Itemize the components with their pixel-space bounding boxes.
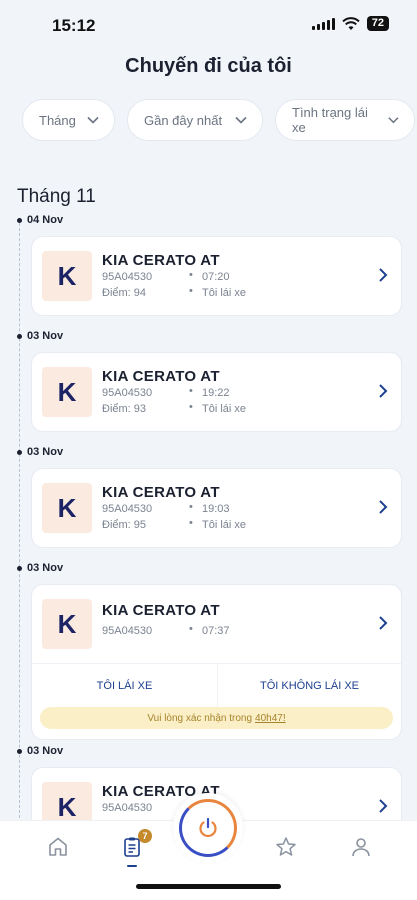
trip-time: 19:03 bbox=[202, 503, 230, 515]
trip-date: 03 Nov bbox=[17, 745, 63, 757]
trip-score: Điểm: 93 bbox=[102, 403, 147, 415]
trip-score: Điểm: 95 bbox=[102, 519, 147, 531]
trip-score: Điểm: 94 bbox=[102, 287, 147, 299]
trip-date: 03 Nov bbox=[17, 446, 63, 458]
i-drove-button[interactable]: TÔI LÁI XE bbox=[32, 664, 218, 707]
month-filter-dropdown[interactable]: Tháng bbox=[22, 99, 115, 141]
notice-countdown: 40h47! bbox=[255, 712, 286, 724]
separator-dot: • bbox=[189, 401, 193, 413]
notice-text: Vui lòng xác nhận trong bbox=[147, 712, 253, 724]
license-plate: 95A04530 bbox=[102, 503, 153, 515]
car-name: KIA CERATO AT bbox=[102, 484, 220, 501]
sort-filter-label: Gần đây nhất bbox=[144, 112, 223, 128]
trip-time: 07:37 bbox=[202, 625, 230, 637]
nav-profile[interactable] bbox=[349, 835, 373, 859]
chevron-down-icon bbox=[87, 116, 99, 124]
car-name: KIA CERATO AT bbox=[102, 368, 220, 385]
battery-level: 72 bbox=[366, 16, 389, 31]
car-brand-avatar: K bbox=[42, 483, 92, 533]
active-tab-indicator bbox=[127, 865, 137, 867]
chevron-right-icon[interactable] bbox=[377, 383, 389, 399]
chevron-right-icon[interactable] bbox=[377, 798, 389, 814]
license-plate: 95A04530 bbox=[102, 802, 153, 814]
timeline-line bbox=[19, 218, 20, 818]
driving-status-filter-dropdown[interactable]: Tình trạng lái xe bbox=[275, 99, 415, 141]
chevron-right-icon[interactable] bbox=[377, 267, 389, 283]
nav-trips[interactable]: 7 bbox=[120, 829, 152, 859]
trip-card[interactable]: K KIA CERATO AT 95A04530 Điểm: 95 • • 19… bbox=[31, 468, 402, 548]
page-title: Chuyến đi của tôi bbox=[125, 55, 292, 77]
trips-count-badge: 7 bbox=[138, 829, 152, 843]
separator-dot: • bbox=[189, 285, 193, 297]
confirm-deadline-notice: Vui lòng xác nhận trong 40h47! bbox=[40, 707, 393, 729]
wifi-icon bbox=[342, 16, 360, 30]
separator-dot: • bbox=[189, 269, 193, 281]
chevron-down-icon bbox=[388, 117, 399, 124]
driver-status: Tôi lái xe bbox=[202, 519, 247, 531]
license-plate: 95A04530 bbox=[102, 625, 153, 637]
driver-status: Tôi lái xe bbox=[202, 403, 247, 415]
license-plate: 95A04530 bbox=[102, 271, 153, 283]
separator-dot: • bbox=[189, 501, 193, 513]
trip-card[interactable]: K KIA CERATO AT 95A04530 Điểm: 93 • • 19… bbox=[31, 352, 402, 432]
license-plate: 95A04530 bbox=[102, 387, 153, 399]
cellular-signal-icon bbox=[311, 17, 335, 30]
driving-status-filter-label: Tình trạng lái xe bbox=[292, 105, 368, 135]
status-time: 15:12 bbox=[52, 16, 96, 35]
separator-dot: • bbox=[189, 517, 193, 529]
driver-confirm-actions: TÔI LÁI XE TÔI KHÔNG LÁI XE bbox=[32, 663, 401, 707]
trip-date: 03 Nov bbox=[17, 330, 63, 342]
power-ring bbox=[179, 799, 237, 857]
home-icon bbox=[49, 837, 67, 856]
car-brand-avatar: K bbox=[42, 599, 92, 649]
trip-date: 04 Nov bbox=[17, 214, 63, 226]
separator-dot: • bbox=[189, 623, 193, 635]
trip-time: 19:22 bbox=[202, 387, 230, 399]
trip-card[interactable]: K KIA CERATO AT 95A04530 Điểm: 94 • • 07… bbox=[31, 236, 402, 316]
user-icon bbox=[352, 838, 370, 857]
chevron-down-icon bbox=[235, 116, 247, 124]
car-name: KIA CERATO AT bbox=[102, 252, 220, 269]
trip-date: 03 Nov bbox=[17, 562, 63, 574]
car-name: KIA CERATO AT bbox=[102, 602, 220, 619]
separator-dot: • bbox=[189, 385, 193, 397]
month-filter-label: Tháng bbox=[39, 112, 76, 128]
trip-power-button[interactable] bbox=[173, 793, 243, 863]
home-indicator bbox=[136, 884, 281, 889]
chevron-right-icon[interactable] bbox=[377, 499, 389, 515]
car-brand-avatar: K bbox=[42, 367, 92, 417]
trip-card-pending[interactable]: K KIA CERATO AT 95A04530 • 07:37 TÔI LÁI… bbox=[31, 584, 402, 740]
driver-status: Tôi lái xe bbox=[202, 287, 247, 299]
trip-time: 07:20 bbox=[202, 271, 230, 283]
i-did-not-drive-button[interactable]: TÔI KHÔNG LÁI XE bbox=[218, 664, 401, 707]
month-heading: Tháng 11 bbox=[17, 186, 96, 207]
sort-filter-dropdown[interactable]: Gần đây nhất bbox=[127, 99, 263, 141]
nav-home[interactable] bbox=[46, 835, 70, 859]
chevron-right-icon[interactable] bbox=[377, 615, 389, 631]
car-brand-avatar: K bbox=[42, 251, 92, 301]
status-bar: 15:12 72 bbox=[0, 0, 417, 46]
status-icons: 72 bbox=[311, 16, 389, 31]
filter-bar: Tháng Gần đây nhất Tình trạng lái xe bbox=[22, 99, 415, 141]
nav-favorites[interactable] bbox=[274, 835, 298, 859]
power-icon bbox=[199, 817, 217, 838]
star-icon bbox=[276, 837, 296, 856]
